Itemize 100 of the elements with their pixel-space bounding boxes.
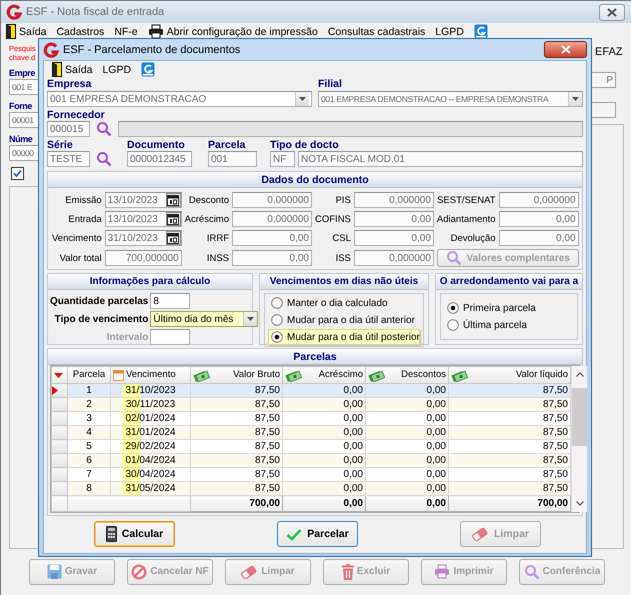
input-field[interactable]: 0,00 — [354, 211, 434, 227]
table-row[interactable]: 6 01/04/2024 87,50 0,00 0,00 87,50 — [52, 454, 570, 468]
table-cell: 8 — [68, 482, 110, 496]
table-cell: 0,00 — [366, 482, 448, 496]
table-cell: 02/01/2024 — [110, 412, 190, 426]
input-field[interactable]: 0,000000 — [232, 211, 312, 227]
input-field[interactable]: 0,000000 — [354, 250, 434, 266]
radio-label: Mudar para o dia útil anterior — [287, 314, 415, 326]
dropdown[interactable]: Último dia do mês — [150, 311, 258, 327]
panel-header: Dados do documento — [48, 172, 582, 188]
input-field[interactable]: 0,00 — [354, 230, 434, 246]
field-label: Forne — [9, 101, 32, 111]
field-label: Desconto — [188, 194, 229, 206]
panel-header: O arredondamento vai para a — [436, 274, 582, 290]
table-cell: 0,00 — [282, 398, 366, 412]
input-field[interactable]: 0,00 — [498, 230, 579, 246]
table-cell: 30/04/2024 — [110, 468, 190, 482]
table-cell: 01/04/2024 — [110, 454, 190, 468]
table-cell: 0,00 — [282, 384, 366, 398]
table-cell: 31/05/2024 — [110, 482, 190, 496]
input-field[interactable]: P — [592, 72, 616, 88]
table-row[interactable]: 2 30/11/2023 87,50 0,00 0,00 87,50 — [52, 398, 570, 412]
action-button[interactable]: Calcular — [94, 521, 175, 547]
input-field[interactable]: 0,00 — [498, 211, 579, 227]
input-field[interactable]: 8 — [150, 293, 190, 309]
input-field[interactable]: NOTA FISCAL MOD.01 — [298, 151, 583, 167]
input-field[interactable]: 0,000000 — [498, 192, 579, 208]
input-field[interactable]: 0,000000 — [232, 192, 312, 208]
field-label: EFAZ — [594, 46, 624, 58]
table-cell: 87,50 — [448, 426, 570, 440]
table-cell: 87,50 — [448, 384, 570, 398]
input-field[interactable]: NF — [270, 151, 295, 167]
field-label: Intervalo — [106, 332, 148, 342]
menu-item[interactable]: LGPD — [97, 61, 136, 78]
field-label: Tipo de vencimento — [54, 314, 148, 324]
table-cell: 700,00 — [190, 496, 282, 512]
table-cell: 0,00 — [366, 454, 448, 468]
field-label: Parcela — [208, 139, 246, 151]
field-label: Empre — [9, 68, 36, 78]
table-cell: 87,50 — [190, 482, 282, 496]
table-cell: 0,00 — [366, 398, 448, 412]
table-cell: 87,50 — [190, 398, 282, 412]
table-cell: 29/02/2024 — [110, 440, 190, 454]
field-label: INSS — [206, 252, 229, 264]
table-cell: 30/11/2023 — [110, 398, 190, 412]
column-header[interactable]: Parcela — [68, 366, 110, 384]
table-cell: 31/10/2023 — [110, 384, 190, 398]
table-cell: 0,00 — [366, 496, 448, 512]
table-cell: 0,00 — [282, 454, 366, 468]
field-label: Série — [47, 139, 74, 151]
dropdown[interactable]: 001 EMPRESA DEMONSTRACAO — [47, 91, 312, 107]
field-label: SEST/SENAT — [436, 194, 496, 206]
table-cell: 0,00 — [282, 496, 366, 512]
field-label: Filial — [318, 78, 343, 90]
input-field[interactable]: 00000 — [9, 145, 38, 161]
field-label: Documento — [127, 139, 186, 151]
window-title: ESF - Nota fiscal de entrada — [26, 6, 164, 18]
field-label: Empresa — [47, 78, 92, 90]
radio-label: Última parcela — [463, 320, 527, 330]
menu-item[interactable]: NF-e — [109, 23, 143, 40]
table-cell: 2 — [68, 398, 110, 412]
menu-item[interactable]: Cadastros — [51, 23, 110, 40]
input-field[interactable]: TESTE — [47, 151, 90, 167]
input-field[interactable]: 0000012345 — [127, 151, 192, 167]
menu-item[interactable]: Saída — [47, 61, 98, 78]
table-row[interactable]: 1 31/10/2023 87,50 0,00 0,00 87,50 — [52, 384, 570, 398]
input-field[interactable]: 001 — [208, 151, 257, 167]
field-label: ISS — [334, 252, 351, 264]
table-cell: 0,00 — [282, 426, 366, 440]
field-label: Vencimento — [52, 232, 102, 244]
date-field[interactable]: 13/10/2023 — [104, 192, 182, 208]
dropdown[interactable]: 001 EMPRESA DEMONSTRACAO -- EMPRESA DEMONSTRA — [318, 91, 583, 107]
menu-item[interactable]: LGPD — [430, 23, 469, 40]
table-cell: 1 — [68, 384, 110, 398]
window-title: ESF - Parcelamento de documentos — [63, 44, 240, 56]
input-field[interactable]: 0,00 — [232, 230, 312, 246]
input-field[interactable]: 700,000000 — [104, 250, 182, 266]
field-label: CSL — [331, 232, 351, 244]
table-cell: 87,50 — [190, 426, 282, 440]
date-field[interactable]: 13/10/2023 — [104, 211, 182, 227]
column-header[interactable]: Acréscimo — [282, 366, 366, 384]
input-field[interactable]: 001 E — [9, 79, 38, 95]
date-field[interactable]: 31/10/2023 — [104, 230, 182, 246]
table-row[interactable]: 4 31/01/2024 87,50 0,00 0,00 87,50 — [52, 426, 570, 440]
table-cell: 31/01/2024 — [110, 426, 190, 440]
radio-label: Mudar para o dia útil posterior — [287, 332, 420, 342]
field-label: Devolução — [450, 232, 496, 244]
column-header[interactable]: Valor líquido — [448, 366, 570, 384]
column-header[interactable]: Vencimento — [110, 366, 190, 384]
column-header[interactable]: Descontos — [366, 366, 448, 384]
table-cell: 87,50 — [448, 482, 570, 496]
input-field[interactable]: 000015 — [47, 121, 90, 137]
menu-item[interactable]: Consultas cadastrais — [322, 23, 430, 40]
input-field[interactable]: 00001 — [9, 112, 38, 128]
table-row[interactable]: 8 31/05/2024 87,50 0,00 0,00 87,50 — [52, 482, 570, 496]
action-button[interactable]: Parcelar — [277, 521, 358, 547]
field-label: Fornecedor — [47, 109, 106, 121]
input-field[interactable]: 0,000000 — [354, 192, 434, 208]
input-field[interactable]: 0,00 — [232, 250, 312, 266]
column-header[interactable]: Valor Bruto — [190, 366, 282, 384]
